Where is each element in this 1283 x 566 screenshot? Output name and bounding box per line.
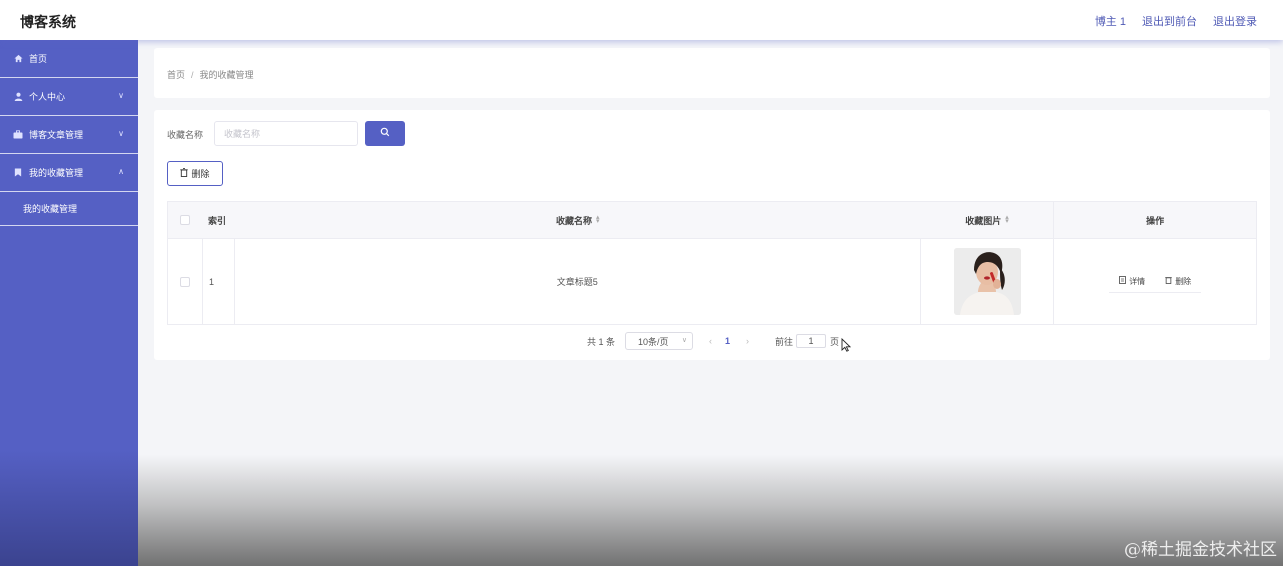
sidebar-subitem-my-favorites[interactable]: 我的收藏管理 — [0, 192, 138, 226]
select-all-checkbox[interactable] — [179, 215, 190, 225]
back-to-frontend-link[interactable]: 退出到前台 — [1142, 13, 1197, 29]
mouse-cursor-icon — [841, 337, 852, 355]
chevron-up-icon: ∧ — [118, 167, 124, 176]
sidebar-item-personal-center[interactable]: 个人中心 ∨ — [0, 78, 138, 116]
breadcrumb-current: 我的收藏管理 — [199, 70, 254, 80]
page-number-current[interactable]: 1 — [725, 336, 730, 346]
pagination-total: 共 1 条 — [587, 336, 616, 347]
column-header-index: 索引 — [207, 215, 226, 226]
bulk-delete-button[interactable]: 删除 — [167, 161, 223, 186]
photo-thumbnail[interactable] — [953, 248, 1021, 315]
chevron-down-icon: ∨ — [118, 91, 124, 100]
column-header-label: 收藏图片 — [965, 215, 1002, 226]
row-actions-cell: 详情 删除 — [1054, 239, 1256, 324]
breadcrumb-separator: / — [191, 70, 194, 80]
user-link[interactable]: 博主 1 — [1095, 13, 1126, 29]
sidebar-item-label: 首页 — [29, 54, 48, 64]
breadcrumb-home[interactable]: 首页 — [167, 70, 185, 80]
trash-icon — [1165, 276, 1172, 286]
table-header: 索引 收藏名称 ▴ ▾ 收藏图片 ▴ ▾ 操作 — [168, 202, 1256, 239]
goto-page-input[interactable] — [796, 334, 827, 348]
logout-link[interactable]: 退出登录 — [1213, 13, 1257, 29]
prev-page-icon[interactable]: ‹ — [709, 336, 712, 346]
trash-icon — [180, 168, 189, 179]
table-row: 1 文章标题5 详情 删除 — [168, 239, 1256, 324]
row-image-cell — [921, 239, 1055, 324]
row-checkbox-cell — [168, 239, 202, 324]
sidebar-item-label: 个人中心 — [29, 92, 66, 102]
column-header-image[interactable]: 收藏图片 ▴ ▾ — [921, 202, 1055, 238]
chevron-down-icon: ∨ — [681, 337, 688, 344]
breadcrumb: 首页 / 我的收藏管理 — [154, 48, 1270, 98]
sidebar-item-my-favorites[interactable]: 我的收藏管理 ∧ — [0, 154, 138, 192]
goto-label: 前往 — [775, 336, 794, 347]
sidebar-item-label: 我的收藏管理 — [29, 168, 84, 178]
app-title: 博客系统 — [20, 14, 76, 30]
column-header-actions: 操作 — [1146, 215, 1165, 226]
search-label: 收藏名称 — [167, 130, 204, 140]
sort-icon[interactable]: ▴ ▾ — [596, 214, 600, 225]
sidebar-item-label: 博客文章管理 — [29, 130, 84, 140]
sidebar: 首页 个人中心 ∨ 博客文章管理 ∨ 我的收藏管理 ∧ 我的收藏管理 — [0, 40, 138, 566]
page-size-value: 10条/页 — [638, 336, 669, 347]
watermark: @稀土掘金技术社区 — [1124, 540, 1277, 560]
bottom-shadow-overlay — [138, 455, 1283, 566]
page-size-select[interactable]: 10条/页 ∨ — [625, 332, 694, 350]
row-name: 文章标题5 — [235, 239, 921, 324]
favorites-table: 索引 收藏名称 ▴ ▾ 收藏图片 ▴ ▾ 操作 1 文章标题5 详情 删除 — [167, 201, 1257, 325]
header-links: 博主 1 退出到前台 退出登录 — [1095, 13, 1257, 29]
page-unit-label: 页 — [830, 336, 840, 347]
row-delete-button[interactable]: 删除 — [1155, 271, 1202, 293]
row-index: 1 — [201, 239, 235, 324]
search-input[interactable] — [214, 121, 358, 146]
header-checkbox-cell — [168, 202, 202, 238]
chevron-down-icon: ∨ — [118, 129, 124, 138]
document-icon — [1119, 276, 1127, 286]
delete-button-label: 删除 — [191, 169, 210, 179]
main-panel: 收藏名称 删除 索引 收藏名称 ▴▾ 收藏图片 ▴▾ 操作 — [154, 110, 1270, 360]
sidebar-item-blog-articles[interactable]: 博客文章管理 ∨ — [0, 116, 138, 154]
detail-label: 详情 — [1129, 276, 1146, 286]
detail-button[interactable]: 详情 — [1109, 271, 1156, 293]
column-header-name[interactable]: 收藏名称 ▴ ▾ — [235, 202, 921, 238]
row-delete-label: 删除 — [1175, 276, 1192, 286]
home-icon — [13, 54, 23, 64]
pagination: 共 1 条 10条/页 ∨ ‹ 1 › 前往 页 — [587, 332, 839, 350]
row-checkbox[interactable] — [179, 276, 190, 287]
user-icon — [13, 92, 23, 102]
sidebar-item-home[interactable]: 首页 — [0, 40, 138, 78]
next-page-icon[interactable]: › — [746, 336, 749, 346]
bookmark-icon — [13, 168, 23, 178]
column-header-label: 收藏名称 — [555, 215, 592, 226]
top-header: 博客系统 博主 1 退出到前台 退出登录 — [0, 0, 1283, 40]
briefcase-icon — [13, 130, 23, 140]
search-button[interactable] — [365, 121, 405, 146]
sort-icon[interactable]: ▴ ▾ — [1005, 214, 1009, 225]
search-icon — [380, 127, 390, 140]
